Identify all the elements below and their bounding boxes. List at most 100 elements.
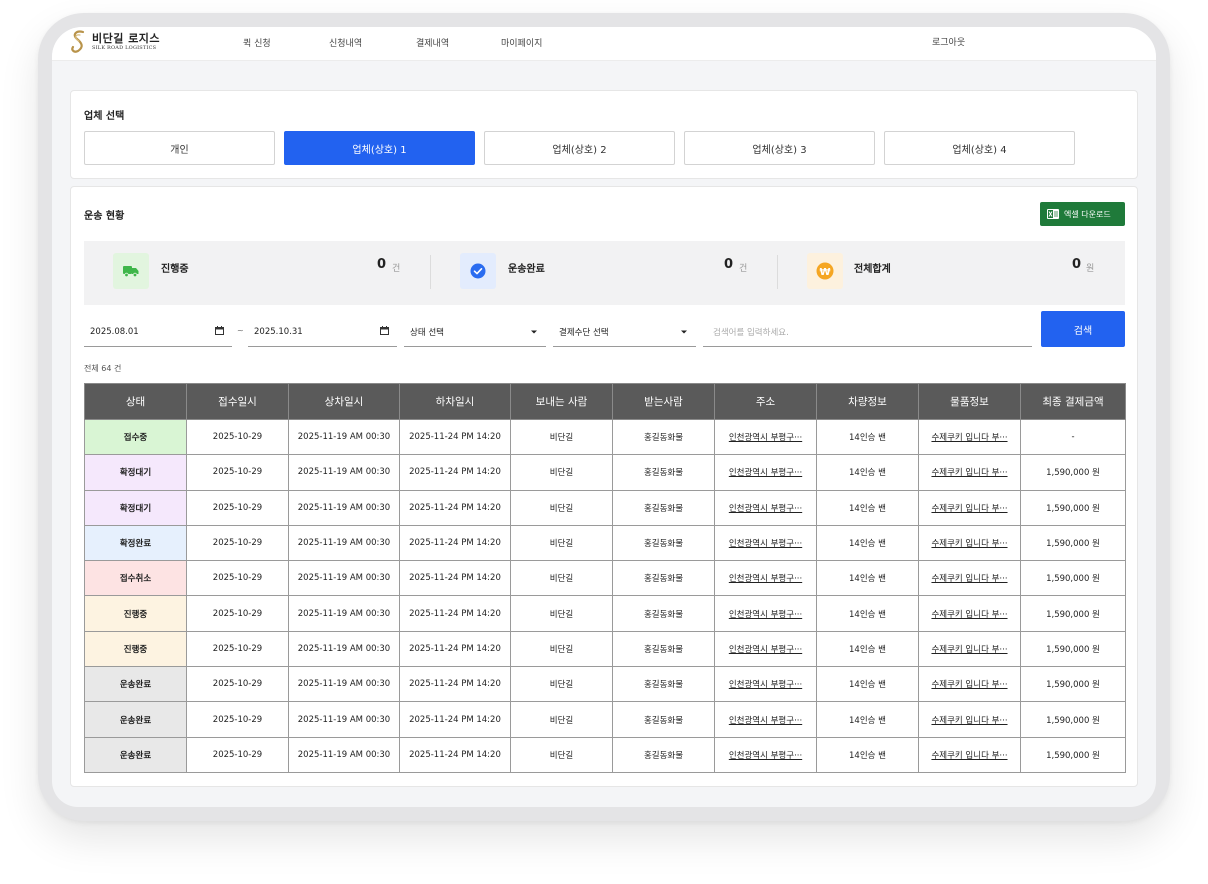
- address-link[interactable]: 인천광역시 부평구···: [714, 418, 817, 456]
- address-link[interactable]: 인천광역시 부평구···: [714, 701, 817, 738]
- goods-link[interactable]: 수제쿠키 입니다 부···: [918, 454, 1021, 491]
- amount-cell: 1,590,000 원: [1020, 595, 1126, 632]
- table-header-row: 상태 접수일시 상차일시 하차일시 보내는 사람 받는사람 주소 차량정보 물품정보 최종 결제금…: [84, 383, 1126, 420]
- company-option-2[interactable]: 업체(상호) 2: [484, 131, 675, 165]
- address-link[interactable]: 인천광역시 부평구···: [714, 630, 817, 668]
- address-link[interactable]: 인천광역시 부평구···: [714, 736, 817, 773]
- status-cell: 확정완료: [84, 524, 187, 562]
- app-screen: 비단길 로지스 SILK ROAD LOGISTICS 퀵 신청 신청내역 결제…: [52, 27, 1156, 807]
- goods-link[interactable]: 수제쿠키 입니다 부···: [918, 666, 1021, 703]
- received-date-cell: 2025-10-29: [186, 454, 289, 491]
- stat-delivered-label: 운송완료: [508, 264, 545, 275]
- address-link[interactable]: 인천광역시 부평구···: [714, 454, 817, 491]
- address-link[interactable]: 인천광역시 부평구···: [714, 489, 817, 526]
- table-row[interactable]: 진행중 2025-10-29 2025-11-19 AM 00:30 2025-11-…: [84, 630, 1126, 668]
- pickup-datetime-cell: 2025-11-19 AM 00:30: [288, 666, 400, 703]
- table-row[interactable]: 확정완료 2025-10-29 2025-11-19 AM 00:30 2025-11…: [84, 524, 1126, 562]
- address-link[interactable]: 인천광역시 부평구···: [714, 524, 817, 562]
- vehicle-cell: 14인승 밴: [816, 630, 919, 668]
- logout-link[interactable]: 로그아웃: [932, 35, 965, 48]
- goods-link[interactable]: 수제쿠키 입니다 부···: [918, 595, 1021, 632]
- col-sender-header: 보내는 사람: [510, 383, 613, 420]
- table-row[interactable]: 접수중 2025-10-29 2025-11-19 AM 00:30 2025-11-…: [84, 418, 1126, 456]
- received-date-cell: 2025-10-29: [186, 666, 289, 703]
- address-link[interactable]: 인천광역시 부평구···: [714, 666, 817, 703]
- status-select[interactable]: 상태 선택: [404, 317, 546, 347]
- pickup-datetime-cell: 2025-11-19 AM 00:30: [288, 701, 400, 738]
- goods-link[interactable]: 수제쿠키 입니다 부···: [918, 489, 1021, 526]
- address-link[interactable]: 인천광역시 부평구···: [714, 560, 817, 597]
- company-select-title: 업체 선택: [84, 111, 125, 122]
- goods-link[interactable]: 수제쿠키 입니다 부···: [918, 560, 1021, 597]
- company-option-3[interactable]: 업체(상호) 3: [684, 131, 875, 165]
- amount-cell: 1,590,000 원: [1020, 560, 1126, 597]
- total-count: 전체 64 건: [84, 364, 122, 373]
- excel-icon: [1047, 209, 1059, 219]
- table-row[interactable]: 운송완료 2025-10-29 2025-11-19 AM 00:30 2025-11…: [84, 701, 1126, 738]
- brand-logo[interactable]: 비단길 로지스 SILK ROAD LOGISTICS: [68, 29, 160, 55]
- brand-name-korean: 비단길 로지스: [92, 31, 161, 45]
- stat-in-progress-value: 0: [377, 257, 387, 272]
- stat-total-unit: 원: [1086, 264, 1095, 274]
- nav-quick-request[interactable]: 퀵 신청: [243, 36, 271, 49]
- search-input[interactable]: 검색어를 입력하세요.: [703, 317, 1032, 347]
- calendar-icon[interactable]: [215, 326, 224, 335]
- table-row[interactable]: 운송완료 2025-10-29 2025-11-19 AM 00:30 2025-11…: [84, 666, 1126, 703]
- status-summary-panel: 진행중 0 건 운송완료 0 건 ₩ 전체합계 0 원: [84, 241, 1125, 305]
- receiver-cell: 홍길동화물: [612, 666, 715, 703]
- pickup-datetime-cell: 2025-11-19 AM 00:30: [288, 454, 400, 491]
- date-to-value: 2025.10.31: [254, 326, 303, 337]
- table-row[interactable]: 진행중 2025-10-29 2025-11-19 AM 00:30 2025-11-…: [84, 595, 1126, 632]
- table-row[interactable]: 확정대기 2025-10-29 2025-11-19 AM 00:30 2025-11…: [84, 454, 1126, 491]
- goods-link[interactable]: 수제쿠키 입니다 부···: [918, 524, 1021, 562]
- dropoff-datetime-cell: 2025-11-24 PM 14:20: [399, 524, 511, 562]
- receiver-cell: 홍길동화물: [612, 524, 715, 562]
- dropoff-datetime-cell: 2025-11-24 PM 14:20: [399, 454, 511, 491]
- amount-cell: 1,590,000 원: [1020, 701, 1126, 738]
- sender-cell: 비단길: [510, 595, 613, 632]
- calendar-icon[interactable]: [380, 326, 389, 335]
- nav-my-page[interactable]: 마이페이지: [501, 36, 542, 49]
- table-row[interactable]: 운송완료 2025-10-29 2025-11-19 AM 00:30 2025-11…: [84, 736, 1126, 773]
- goods-link[interactable]: 수제쿠키 입니다 부···: [918, 630, 1021, 668]
- brand-name-english: SILK ROAD LOGISTICS: [92, 44, 157, 51]
- date-to-field[interactable]: 2025.10.31: [248, 317, 397, 347]
- status-cell: 운송완료: [84, 736, 187, 773]
- company-option-personal[interactable]: 개인: [84, 131, 275, 165]
- status-cell: 확정대기: [84, 454, 187, 491]
- status-cell: 운송완료: [84, 666, 187, 703]
- receiver-cell: 홍길동화물: [612, 701, 715, 738]
- status-cell: 접수중: [84, 418, 187, 456]
- orders-table: 상태 접수일시 상차일시 하차일시 보내는 사람 받는사람 주소 차량정보 물품정보 최종 결제금…: [84, 383, 1126, 773]
- pickup-datetime-cell: 2025-11-19 AM 00:30: [288, 418, 400, 456]
- excel-download-button[interactable]: 엑셀 다운로드: [1040, 202, 1125, 226]
- company-option-4[interactable]: 업체(상호) 4: [884, 131, 1075, 165]
- dropoff-datetime-cell: 2025-11-24 PM 14:20: [399, 418, 511, 456]
- table-row[interactable]: 접수취소 2025-10-29 2025-11-19 AM 00:30 2025-11…: [84, 560, 1126, 597]
- vehicle-cell: 14인승 밴: [816, 524, 919, 562]
- nav-payment-history[interactable]: 결제내역: [416, 36, 449, 49]
- pickup-datetime-cell: 2025-11-19 AM 00:30: [288, 560, 400, 597]
- nav-request-history[interactable]: 신청내역: [329, 36, 362, 49]
- goods-link[interactable]: 수제쿠키 입니다 부···: [918, 418, 1021, 456]
- company-option-1[interactable]: 업체(상호) 1: [284, 131, 475, 165]
- goods-link[interactable]: 수제쿠키 입니다 부···: [918, 701, 1021, 738]
- dropoff-datetime-cell: 2025-11-24 PM 14:20: [399, 701, 511, 738]
- col-vehicle-header: 차량정보: [816, 383, 919, 420]
- vehicle-cell: 14인승 밴: [816, 666, 919, 703]
- received-date-cell: 2025-10-29: [186, 489, 289, 526]
- sender-cell: 비단길: [510, 630, 613, 668]
- received-date-cell: 2025-10-29: [186, 524, 289, 562]
- search-button[interactable]: 검색: [1041, 311, 1125, 347]
- won-coin-icon: ₩: [807, 253, 843, 289]
- payment-method-select[interactable]: 결제수단 선택: [553, 317, 696, 347]
- table-row[interactable]: 확정대기 2025-10-29 2025-11-19 AM 00:30 2025-11…: [84, 489, 1126, 526]
- top-navigation-bar: 비단길 로지스 SILK ROAD LOGISTICS 퀵 신청 신청내역 결제…: [52, 27, 1156, 61]
- caret-down-icon: [681, 330, 687, 334]
- date-from-field[interactable]: 2025.08.01: [84, 317, 232, 347]
- goods-link[interactable]: 수제쿠키 입니다 부···: [918, 736, 1021, 773]
- col-goods-header: 물품정보: [918, 383, 1021, 420]
- col-amount-header: 최종 결제금액: [1020, 383, 1126, 420]
- address-link[interactable]: 인천광역시 부평구···: [714, 595, 817, 632]
- stat-delivered-value: 0: [724, 257, 734, 272]
